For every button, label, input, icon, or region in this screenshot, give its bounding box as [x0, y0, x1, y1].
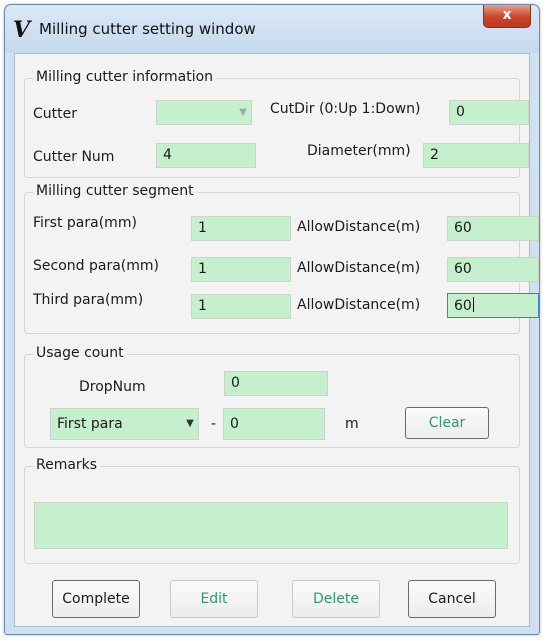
complete-button[interactable]: Complete — [52, 580, 140, 618]
cutter-segment-legend: Milling cutter segment — [33, 183, 197, 199]
first-allow-input[interactable]: 60 — [447, 216, 539, 241]
third-allow-input[interactable]: 60 — [447, 293, 539, 318]
dropnum-label: DropNum — [79, 379, 146, 395]
second-para-input[interactable]: 1 — [191, 257, 291, 282]
clear-button[interactable]: Clear — [405, 407, 489, 439]
third-allow-label: AllowDistance(m) — [297, 297, 421, 313]
cutdir-label: CutDir (0:Up 1:Down) — [270, 101, 421, 117]
remarks-group: Remarks — [24, 457, 520, 564]
chevron-down-icon: ▼ — [239, 107, 247, 118]
usage-count-group: Usage count DropNum 0 First para ▼ - 0 m… — [24, 345, 520, 448]
app-logo-icon: V — [13, 17, 31, 43]
cutdir-input[interactable]: 0 — [449, 100, 529, 125]
usage-count-legend: Usage count — [33, 345, 127, 361]
dropnum-input[interactable]: 0 — [224, 371, 328, 396]
distance-input[interactable]: 0 — [223, 408, 325, 440]
third-para-input[interactable]: 1 — [191, 294, 291, 319]
cutter-segment-group: Milling cutter segment First para(mm) 1 … — [24, 183, 539, 334]
distance-unit: m — [345, 416, 359, 432]
text-caret — [472, 297, 474, 312]
close-button[interactable]: x — [483, 5, 531, 28]
first-para-label: First para(mm) — [33, 215, 137, 231]
dialog-body: Milling cutter information Cutter ▼ CutD… — [14, 53, 539, 627]
second-para-label: Second para(mm) — [33, 258, 159, 274]
edit-button[interactable]: Edit — [170, 580, 258, 618]
third-para-label: Third para(mm) — [33, 292, 144, 308]
cutter-num-label: Cutter Num — [33, 149, 115, 165]
range-dash: - — [211, 416, 217, 432]
cutter-select[interactable]: ▼ — [156, 100, 252, 125]
second-allow-input[interactable]: 60 — [447, 257, 539, 282]
remarks-textarea[interactable] — [34, 502, 508, 549]
cutter-info-legend: Milling cutter information — [33, 69, 217, 85]
second-allow-label: AllowDistance(m) — [297, 260, 421, 276]
cutter-num-input[interactable]: 4 — [156, 143, 256, 168]
delete-button[interactable]: Delete — [292, 580, 380, 618]
cancel-button[interactable]: Cancel — [408, 580, 496, 618]
close-icon: x — [502, 7, 512, 23]
diameter-input[interactable]: 2 — [423, 143, 529, 168]
diameter-label: Diameter(mm) — [307, 143, 411, 159]
para-select[interactable]: First para ▼ — [50, 408, 199, 440]
chevron-down-icon: ▼ — [186, 418, 194, 429]
first-allow-label: AllowDistance(m) — [297, 219, 421, 235]
first-para-input[interactable]: 1 — [191, 216, 291, 241]
title-bar[interactable]: V Milling cutter setting window x — [5, 5, 539, 53]
cutter-label: Cutter — [33, 106, 77, 122]
dialog-window: V Milling cutter setting window x Millin… — [4, 4, 540, 635]
cutter-info-group: Milling cutter information Cutter ▼ CutD… — [24, 69, 529, 178]
remarks-legend: Remarks — [33, 457, 101, 473]
window-title: Milling cutter setting window — [39, 20, 256, 38]
